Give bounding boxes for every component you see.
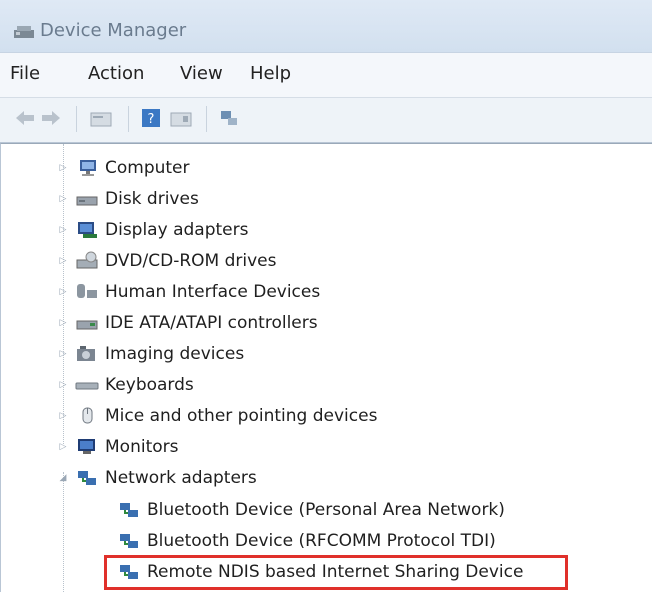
tree-item-label: Imaging devices [105,344,245,364]
expand-icon[interactable]: ▷ [57,193,69,205]
tree-item-bluetooth-rfcomm[interactable]: Bluetooth Device (RFCOMM Protocol TDI) [117,527,496,555]
monitor-icon [78,439,95,454]
tree-item-label: Disk drives [105,189,199,209]
hid-icon [77,284,97,298]
tree-item-dvd-cd-rom-drives[interactable]: ▷ DVD/CD-ROM drives [57,247,277,275]
tree-item-label: Human Interface Devices [105,282,321,302]
camera-icon [77,346,95,361]
device-tree: ▷ Computer ▷ Disk drives ▷ Display adapt… [0,143,652,592]
computer-icon [80,160,96,176]
menu-help[interactable]: Help [250,63,291,84]
tree-item-label: Bluetooth Device (Personal Area Network) [147,500,505,520]
toolbar-separator [206,106,207,132]
network-adapter-icon [78,471,96,485]
tree-item-display-adapters[interactable]: ▷ Display adapters [57,216,249,244]
ide-controller-icon [76,320,98,330]
expand-icon[interactable]: ▷ [57,162,69,174]
network-adapter-icon [120,503,138,517]
expand-icon[interactable]: ▷ [57,317,69,329]
expand-icon[interactable]: ▷ [57,286,69,298]
disk-drive-icon [76,196,98,206]
window-title: Device Manager [40,20,187,41]
tree-item-label: Mice and other pointing devices [105,406,378,426]
dvd-drive-icon [76,251,98,269]
tree-item-label: DVD/CD-ROM drives [105,251,277,271]
network-adapter-icon [120,534,138,548]
keyboard-icon [75,382,99,390]
tree-item-label: Bluetooth Device (RFCOMM Protocol TDI) [147,531,496,551]
expand-icon[interactable]: ▷ [57,255,69,267]
expand-icon[interactable]: ▷ [57,410,69,422]
toolbar-separator [128,106,129,132]
toolbar-separator [76,106,77,132]
expand-icon[interactable]: ▷ [57,379,69,391]
highlight-box [104,555,568,590]
device-manager-window: Device Manager File Action View Help ? ▷… [0,0,652,592]
properties-icon[interactable] [90,108,112,128]
toolbar: ? [0,98,652,143]
tree-item-bluetooth-pan[interactable]: Bluetooth Device (Personal Area Network) [117,496,505,524]
forward-icon[interactable] [40,108,62,128]
tree-item-label: Network adapters [105,468,257,488]
tree-item-label: Display adapters [105,220,249,240]
scan-hardware-icon[interactable] [218,108,240,128]
mouse-icon [82,407,93,424]
tree-item-computer[interactable]: ▷ Computer [57,154,190,182]
tree-item-label: Keyboards [105,375,194,395]
tree-item-human-interface-devices[interactable]: ▷ Human Interface Devices [57,278,321,306]
tree-item-imaging-devices[interactable]: ▷ Imaging devices [57,340,245,368]
tree-item-label: Computer [105,158,190,178]
tree-item-network-adapters[interactable]: ◢ Network adapters [57,464,257,492]
tree-item-monitors[interactable]: ▷ Monitors [57,433,179,461]
tree-item-keyboards[interactable]: ▷ Keyboards [57,371,194,399]
expand-icon[interactable]: ▷ [57,441,69,453]
menu-file[interactable]: File [10,63,40,84]
expand-icon[interactable]: ▷ [57,348,69,360]
expand-icon[interactable]: ▷ [57,224,69,236]
menu-view[interactable]: View [180,63,223,84]
title-bar: Device Manager [0,0,652,53]
help-icon[interactable]: ? [140,108,162,128]
tree-item-disk-drives[interactable]: ▷ Disk drives [57,185,199,213]
tree-item-ide-controllers[interactable]: ▷ IDE ATA/ATAPI controllers [57,309,318,337]
back-icon[interactable] [14,108,36,128]
tree-item-label: IDE ATA/ATAPI controllers [105,313,318,333]
device-manager-icon [14,26,34,38]
menu-action[interactable]: Action [88,63,144,84]
tree-item-label: Monitors [105,437,179,457]
menu-bar: File Action View Help [0,53,652,98]
collapse-icon[interactable]: ◢ [57,472,69,484]
svg-text:?: ? [148,112,155,127]
tree-item-mice[interactable]: ▷ Mice and other pointing devices [57,402,378,430]
update-driver-icon[interactable] [170,108,192,128]
display-adapter-icon [78,222,97,238]
